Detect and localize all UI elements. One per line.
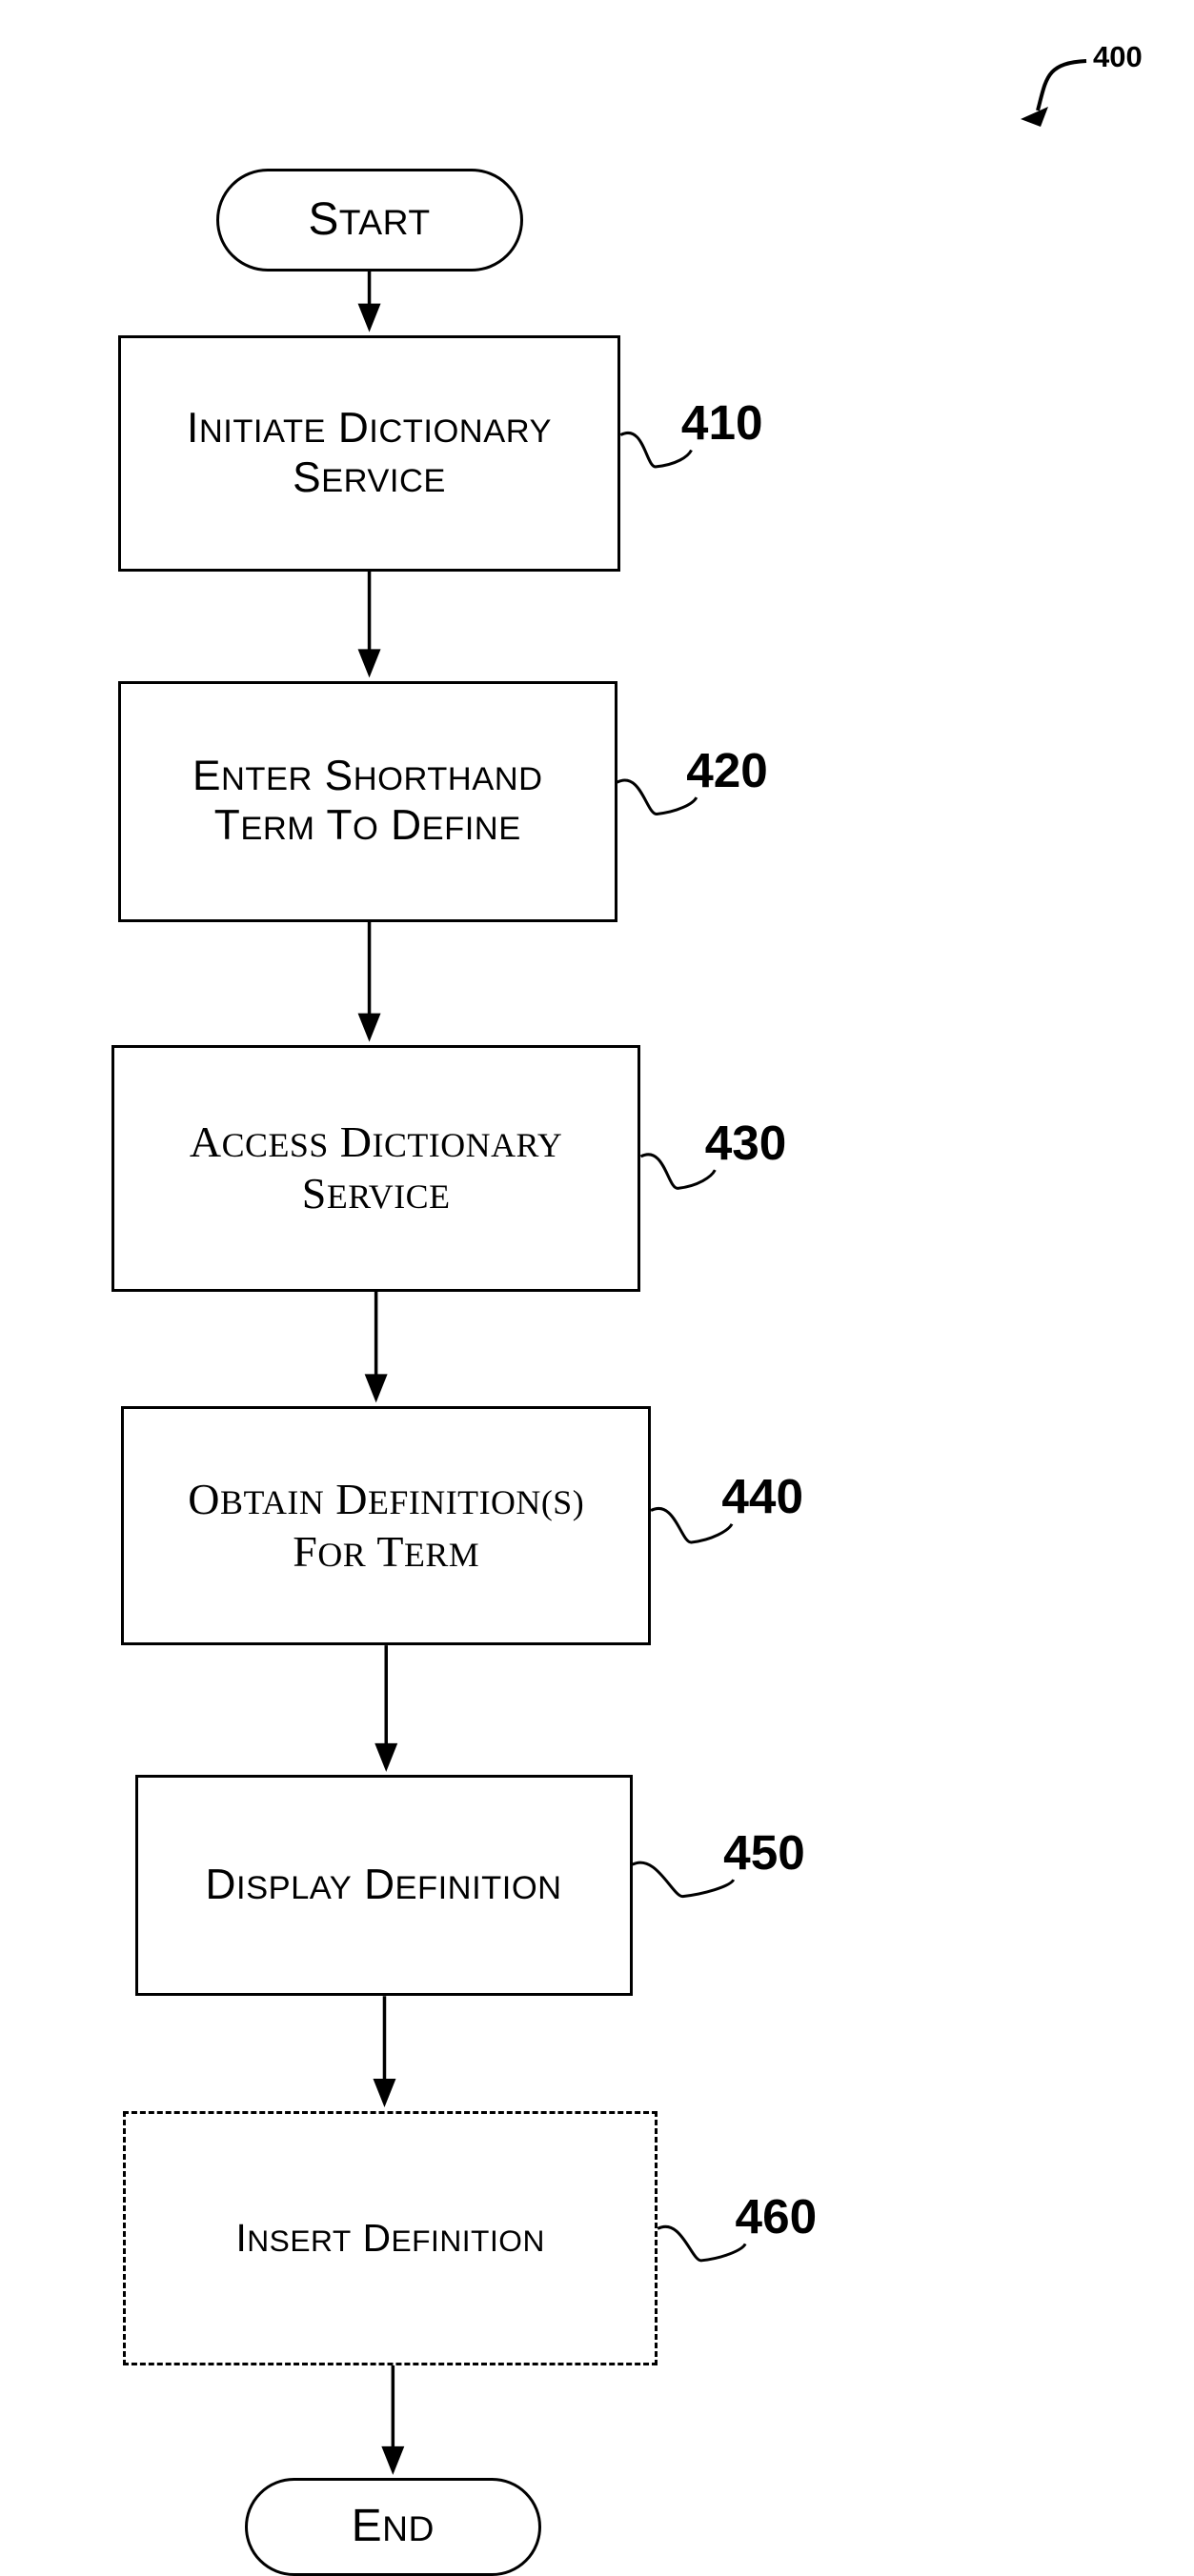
- step-reference-number-450: 450: [723, 1824, 805, 1880]
- flow-node-step-440: OBTAIN DEFINITION(S) FOR TERM: [121, 1405, 652, 1646]
- flow-node-label: START: [308, 193, 431, 245]
- leader-squiggle-420: [617, 778, 698, 815]
- step-reference-number-460: 460: [735, 2188, 818, 2244]
- leader-squiggle-430: [639, 1153, 717, 1190]
- connector-arrowhead-step-440-to-step-450: [374, 1742, 398, 1772]
- flow-node-label: DISPLAY DEFINITION: [205, 1862, 562, 1909]
- step-reference-number-430: 430: [704, 1115, 787, 1170]
- step-reference-number-440: 440: [721, 1469, 803, 1524]
- connector-arrowhead-step-420-to-step-430: [357, 1013, 381, 1042]
- flow-node-step-420: ENTER SHORTHAND TERM TO DEFINE: [117, 680, 617, 922]
- connector-arrowhead-step-430-to-step-440: [364, 1374, 388, 1403]
- leader-squiggle-440: [650, 1506, 734, 1544]
- flow-node-step-430: ACCESS DICTIONARY SERVICE: [111, 1045, 641, 1292]
- flow-node-step-410: INITIATE DICTIONARY SERVICE: [117, 335, 621, 572]
- figure-reference-number: 400: [1093, 40, 1143, 73]
- figure-leader-curve: [1036, 59, 1087, 111]
- flow-node-step-450: DISPLAY DEFINITION: [134, 1775, 633, 1997]
- flow-node-step-460: INSERT DEFINITION: [123, 2110, 658, 2365]
- flow-node-label: END: [351, 2501, 435, 2552]
- connector-arrowhead-step-410-to-step-420: [357, 649, 381, 678]
- leader-squiggle-450: [631, 1861, 736, 1899]
- connector-arrowhead-step-450-to-step-460: [373, 2079, 396, 2108]
- flow-node-end: END: [244, 2478, 542, 2576]
- step-reference-number-410: 410: [680, 395, 763, 451]
- connector-arrowhead-step-460-to-end: [381, 2445, 405, 2475]
- connector-arrowhead-start-to-step-410: [357, 303, 381, 332]
- flow-node-label: INSERT DEFINITION: [235, 2216, 545, 2261]
- flow-node-label: OBTAIN DEFINITION(S) FOR TERM: [188, 1475, 585, 1576]
- flowchart-canvas: 400 START INITIATE DICTIONARY SERVICE ENTER…: [0, 0, 1194, 2576]
- figure-leader-arrowhead: [1021, 107, 1048, 127]
- step-reference-number-420: 420: [686, 742, 768, 797]
- flow-node-label: ENTER SHORTHAND TERM TO DEFINE: [192, 753, 543, 850]
- flow-node-start: START: [215, 168, 523, 272]
- leader-squiggle-460: [657, 2224, 747, 2263]
- flow-node-label: INITIATE DICTIONARY SERVICE: [187, 404, 553, 502]
- flow-node-label: ACCESS DICTIONARY SERVICE: [189, 1117, 563, 1218]
